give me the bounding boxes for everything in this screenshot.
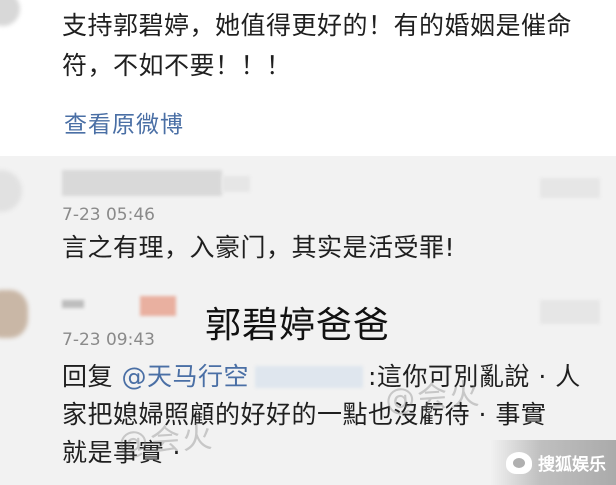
mention-link[interactable]: @天马行空	[121, 362, 249, 391]
reply-timestamp: 7-23 05:46	[62, 205, 155, 225]
reply-timestamp: 7-23 09:43	[62, 330, 155, 350]
avatar[interactable]	[0, 0, 20, 26]
watermark: @会火	[117, 419, 216, 462]
blurred-username	[62, 170, 222, 196]
overlay-name-label: 郭碧婷爸爸	[205, 305, 391, 346]
blurred-username	[62, 300, 84, 308]
blurred-username-badge	[140, 296, 176, 316]
blurred-mention-tail	[255, 366, 363, 388]
logo-text: 搜狐娱乐	[538, 455, 606, 475]
blurred-username-tail	[222, 176, 250, 192]
reply-text-line-1: 回复 @天马行空	[62, 360, 249, 394]
reply-text: 言之有理，入豪门，其实是活受罪!	[62, 233, 456, 262]
sohu-entertainment-logo: 搜狐娱乐	[506, 450, 606, 475]
blurred-like-area	[540, 178, 600, 198]
view-original-weibo-link[interactable]: 查看原微博	[64, 105, 184, 139]
avatar[interactable]	[0, 290, 28, 338]
reply-prefix: 回复	[62, 362, 114, 391]
watermark: @会火	[384, 376, 483, 419]
comment-text-line-1: 支持郭碧婷，她值得更好的！有的婚姻是催命	[62, 11, 573, 40]
fox-icon	[506, 451, 532, 474]
blurred-like-area	[540, 300, 600, 324]
comment-text-line-2: 符，不如不要！！！	[62, 51, 292, 80]
original-comment-section: 支持郭碧婷，她值得更好的！有的婚姻是催命 符，不如不要！！！ 查看原微博	[0, 0, 616, 156]
